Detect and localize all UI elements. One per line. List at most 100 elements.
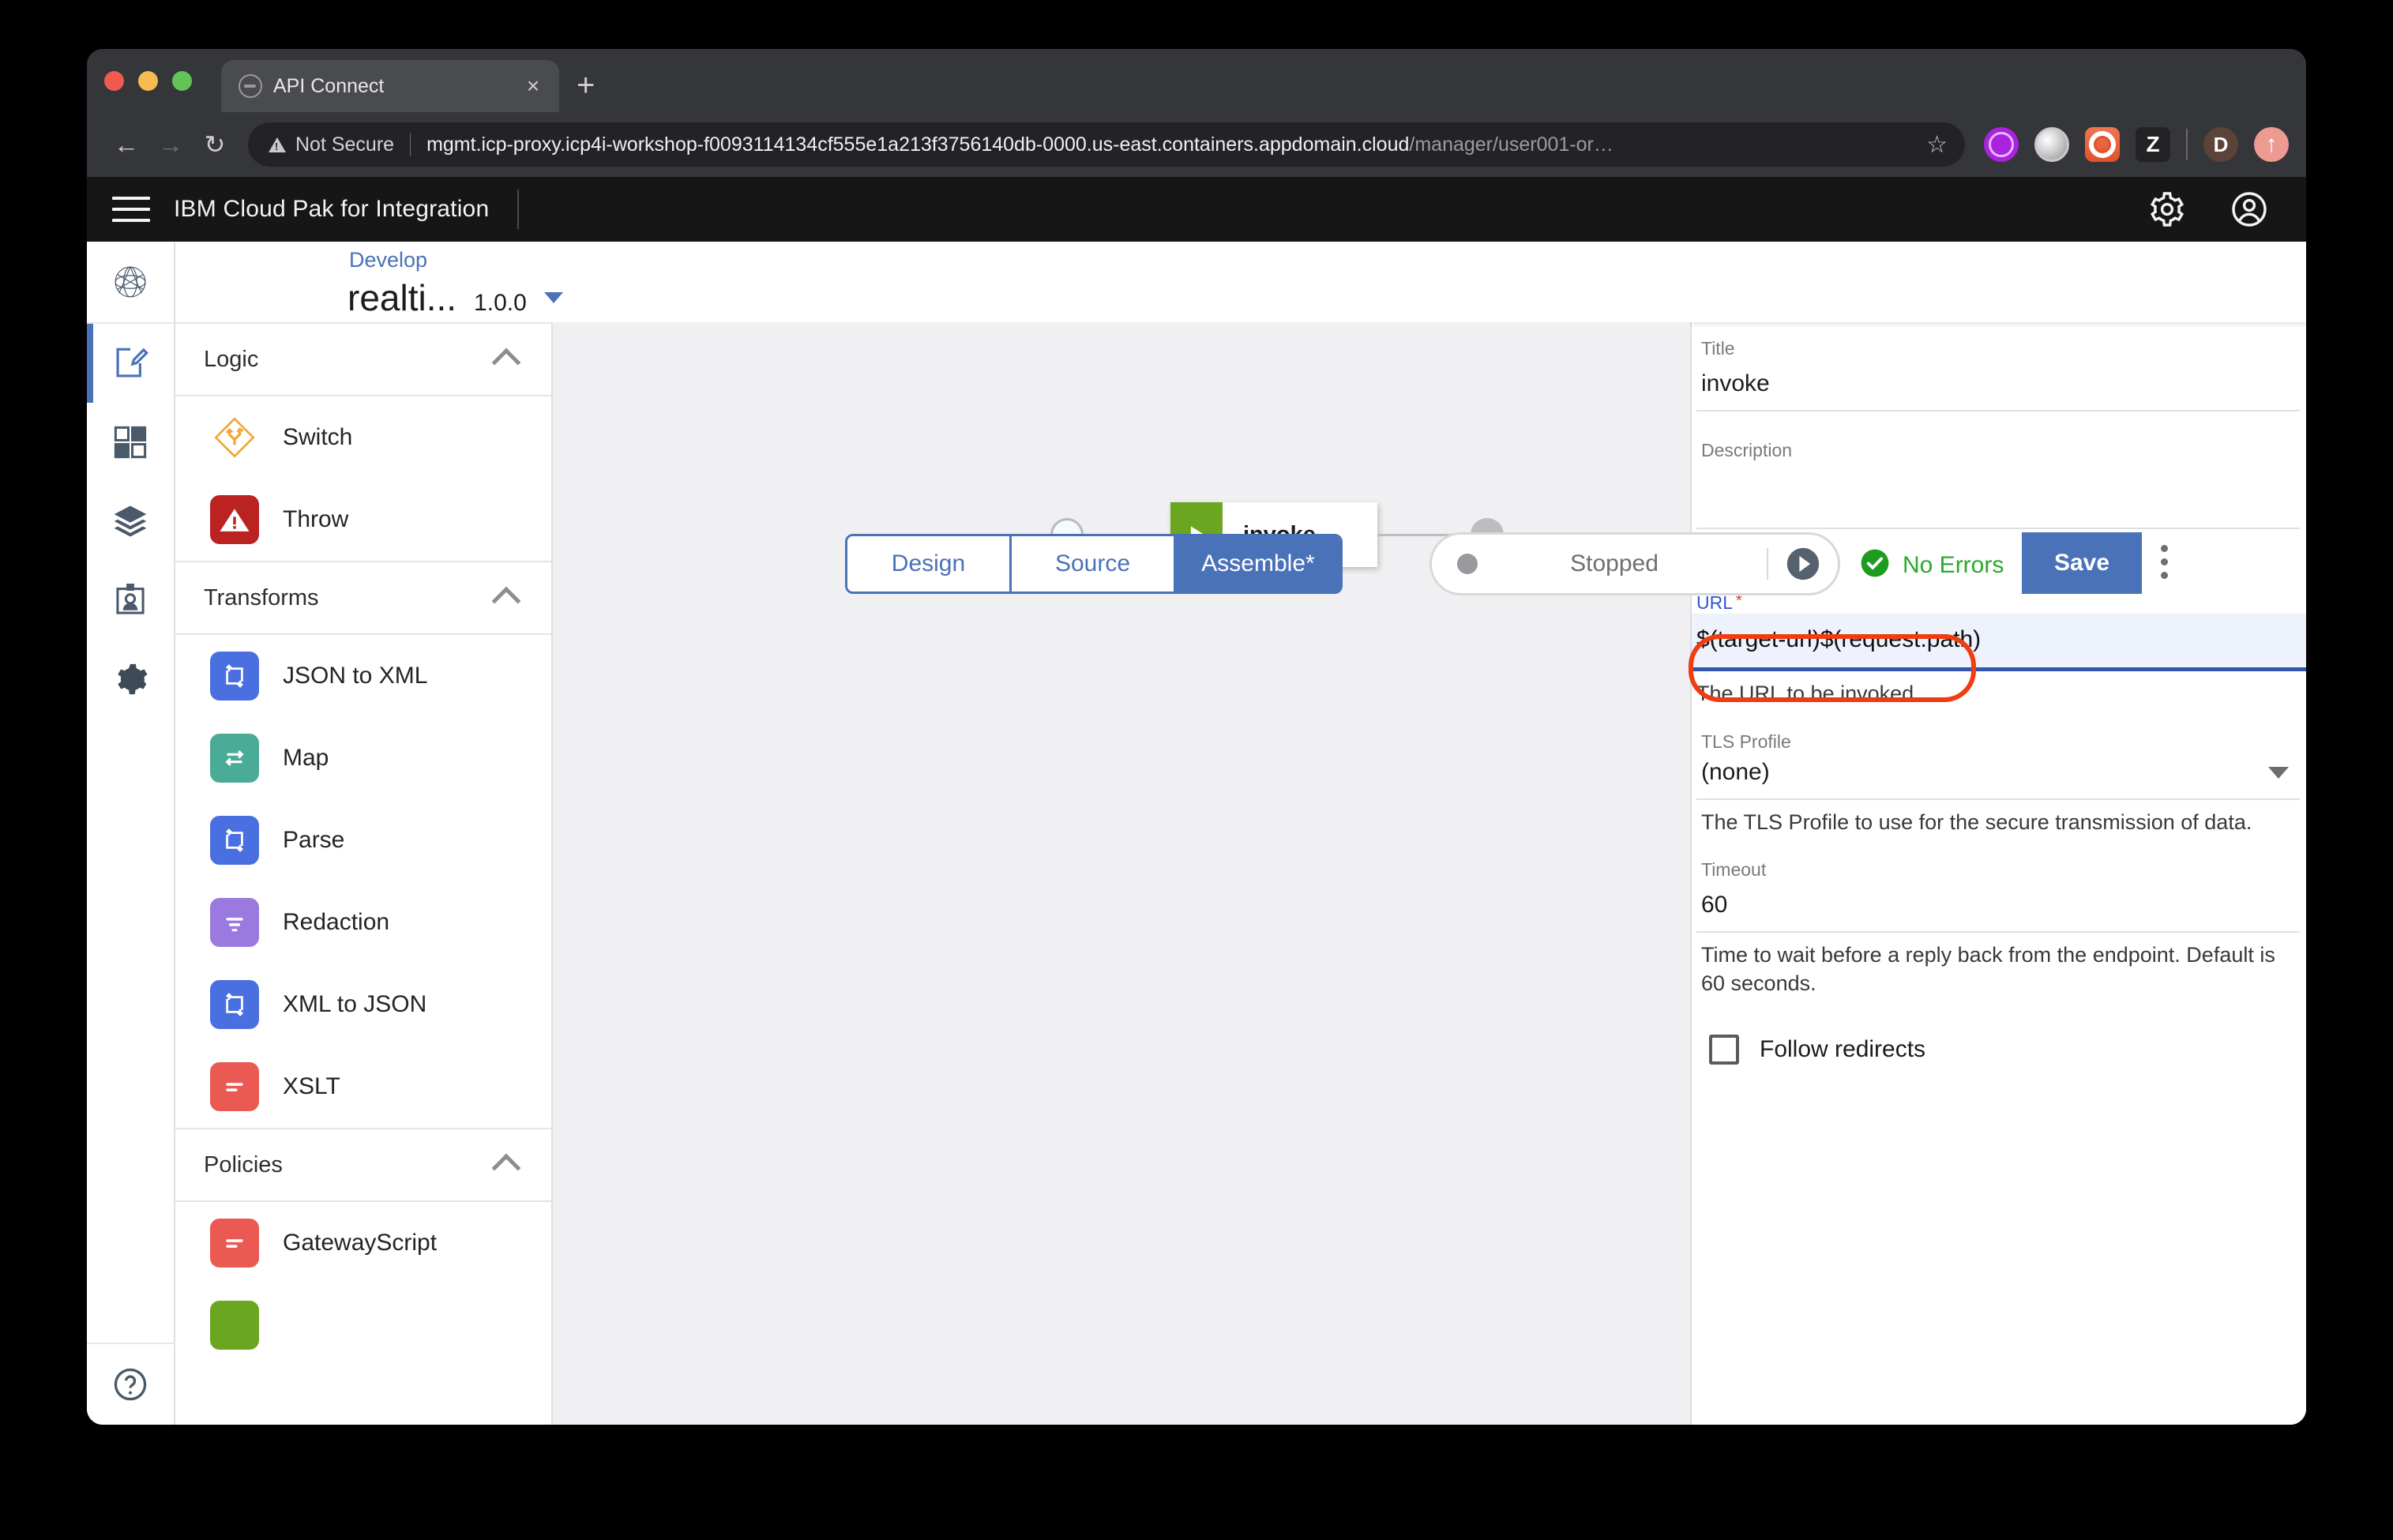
sidebar-item-stack[interactable] (87, 482, 174, 561)
policy-icon (210, 1301, 259, 1350)
lens-extension-icon[interactable] (2034, 127, 2069, 162)
script-lines-icon (210, 1062, 259, 1111)
palette-group-logic[interactable]: Logic (175, 322, 551, 396)
policy-palette: Logic Switch (175, 242, 553, 1425)
palette-item-label: Throw (283, 506, 348, 533)
tab-design[interactable]: Design (847, 536, 1012, 592)
properties-panel: invoke (1690, 242, 2306, 1425)
palette-item-switch[interactable]: Switch (175, 396, 551, 479)
bookmark-star-icon[interactable]: ☆ (1926, 131, 1948, 159)
left-icon-rail (87, 242, 175, 1425)
window-traffic-lights (104, 71, 192, 91)
camera-extension-icon[interactable] (2085, 127, 2120, 162)
breadcrumb: Develop (349, 248, 427, 272)
chevron-up-icon[interactable] (492, 1154, 521, 1183)
address-bar[interactable]: Not Secure mgmt.icp-proxy.icp4i-workshop… (248, 122, 1965, 167)
sidebar-item-dashboard[interactable] (87, 403, 174, 482)
user-account-icon[interactable] (2230, 190, 2268, 228)
close-window-button[interactable] (104, 71, 124, 91)
field-url-input-wrapper[interactable]: $(target-url)$(request.path) (1692, 614, 2306, 671)
status-label: Stopped (1462, 550, 1767, 577)
map-arrows-icon (210, 734, 259, 783)
field-description-input[interactable] (1696, 461, 2300, 529)
profile-avatar[interactable]: D (2203, 127, 2238, 162)
palette-item-xslt[interactable]: XSLT (175, 1046, 551, 1128)
security-status-label: Not Secure (295, 133, 394, 156)
page-title: realti... (347, 276, 456, 319)
palette-item-map[interactable]: Map (175, 717, 551, 799)
tab-assemble[interactable]: Assemble* (1176, 536, 1340, 592)
field-url-input[interactable]: $(target-url)$(request.path) (1692, 614, 2306, 667)
forward-icon[interactable]: → (148, 122, 193, 167)
sidebar-item-settings[interactable] (87, 640, 174, 719)
palette-group-transforms[interactable]: Transforms (175, 561, 551, 635)
palette-item-throw[interactable]: Throw (175, 479, 551, 561)
field-timeout-label: Timeout (1696, 845, 2300, 881)
field-tls-select[interactable]: (none) (1696, 753, 2300, 800)
follow-redirects-checkbox[interactable] (1709, 1035, 1739, 1065)
sidebar-item-identity[interactable] (87, 561, 174, 640)
browser-window: API Connect × + ← → ↻ Not Secure mgmt.ic… (87, 49, 2306, 1425)
palette-item-label: Map (283, 745, 329, 772)
field-follow-redirects[interactable]: Follow redirects (1692, 1006, 2306, 1065)
app-body: Logic Switch (87, 242, 2306, 1425)
gear-icon[interactable] (2148, 190, 2186, 228)
field-timeout-input[interactable]: 60 (1696, 881, 2300, 933)
toolbar-divider (2186, 129, 2188, 160)
api-title-row: realti... 1.0.0 (347, 276, 563, 319)
sidebar-item-develop[interactable] (87, 324, 174, 403)
chevron-down-icon[interactable] (2268, 767, 2289, 779)
palette-group-label: Logic (204, 347, 496, 373)
palette-item-parse[interactable]: Parse (175, 799, 551, 881)
kebab-menu-icon[interactable] (2156, 540, 2173, 584)
not-secure-warning-icon (269, 137, 286, 152)
palette-group-policies[interactable]: Policies (175, 1128, 551, 1202)
palette-item-xml-to-json[interactable]: XML to JSON (175, 963, 551, 1046)
develop-header: Develop realti... 1.0.0 (175, 242, 2306, 322)
palette-item-redaction[interactable]: Redaction (175, 881, 551, 963)
field-title: Title invoke (1692, 322, 2306, 411)
url-path: /manager/user001-or… (1409, 133, 1613, 156)
url-host: mgmt.icp-proxy.icp4i-workshop-f009311413… (426, 133, 1409, 156)
chevron-up-icon[interactable] (492, 587, 521, 616)
new-tab-button[interactable]: + (577, 69, 595, 101)
globe-icon (239, 74, 262, 98)
field-url: URL * $(target-url)$(request.path) The U… (1692, 575, 2306, 716)
upload-extension-icon[interactable] (2254, 127, 2289, 162)
palette-item-json-to-xml[interactable]: JSON to XML (175, 635, 551, 717)
transform-icon (210, 652, 259, 701)
field-title-label: Title (1696, 322, 2300, 359)
chevron-up-icon[interactable] (492, 348, 521, 377)
question-circle-icon[interactable] (87, 1343, 174, 1425)
follow-redirects-label: Follow redirects (1760, 1036, 1925, 1063)
hamburger-icon[interactable] (111, 193, 152, 225)
chevron-down-icon[interactable] (544, 292, 563, 303)
breadcrumb-develop-link[interactable]: Develop (349, 248, 427, 272)
palette-group-label: Policies (204, 1152, 496, 1178)
minimize-window-button[interactable] (138, 71, 158, 91)
play-circle-icon[interactable] (1768, 547, 1838, 581)
palette-item-partial[interactable] (175, 1284, 551, 1366)
save-button[interactable]: Save (2022, 532, 2142, 594)
field-title-input[interactable]: invoke (1696, 359, 2300, 411)
browser-tab[interactable]: API Connect × (221, 60, 559, 112)
transform-icon (210, 816, 259, 865)
palette-item-gatewayscript[interactable]: GatewayScript (175, 1202, 551, 1284)
maximize-window-button[interactable] (172, 71, 192, 91)
switch-diamond-icon (210, 413, 259, 462)
close-icon[interactable]: × (521, 75, 545, 97)
palette-item-label: JSON to XML (283, 663, 427, 689)
extensions-bar: Z D (1984, 127, 2289, 162)
browser-toolbar: ← → ↻ Not Secure mgmt.icp-proxy.icp4i-wo… (87, 112, 2306, 177)
field-description: Description (1692, 411, 2306, 529)
back-icon[interactable]: ← (104, 122, 148, 167)
field-tls-help: The TLS Profile to use for the secure tr… (1696, 800, 2300, 844)
transform-icon (210, 980, 259, 1029)
warning-triangle-icon (210, 495, 259, 544)
zotero-extension-icon[interactable]: Z (2136, 127, 2170, 162)
reload-icon[interactable]: ↻ (193, 122, 237, 167)
rail-spacer (87, 719, 174, 1343)
chat-extension-icon[interactable] (1984, 127, 2019, 162)
tab-source[interactable]: Source (1012, 536, 1176, 592)
check-circle-icon (1860, 548, 1890, 582)
